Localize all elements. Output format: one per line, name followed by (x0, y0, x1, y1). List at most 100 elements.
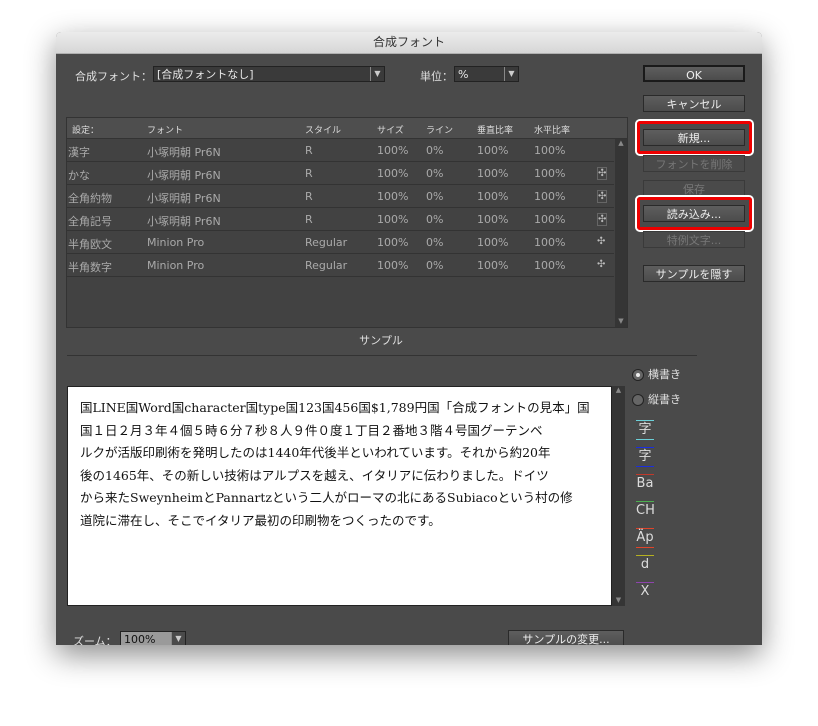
header-vertical-scale: 垂直比率 (477, 126, 514, 136)
table-cell: 全角約物 (68, 192, 112, 205)
table-cell: かな (68, 169, 90, 182)
guide-toggle-icon[interactable]: 字 (636, 420, 654, 440)
radio-icon (632, 369, 644, 381)
table-row[interactable]: 半角欧文 Minion Pro Regular 100% 0% 100% 100% ✣ (67, 231, 614, 254)
table-cell: 100% (534, 144, 566, 157)
sample-line: 道院に滞在し、そこでイタリア最初の印刷物をつくったのです。 (80, 512, 441, 528)
composite-font-select[interactable]: [合成フォントなし] ▼ (153, 66, 385, 82)
table-cell: 100% (477, 167, 509, 180)
cancel-button[interactable]: キャンセル (643, 95, 745, 112)
table-row[interactable]: かな 小塚明朝 Pr6N R 100% 0% 100% 100% ✣ (67, 162, 614, 185)
table-cell: 100% (534, 213, 566, 226)
save-button[interactable]: 保存 (643, 180, 745, 197)
table-cell: 100% (377, 236, 409, 249)
sample-title: サンプル (359, 334, 403, 347)
vertical-radio[interactable]: 縦書き (632, 391, 681, 407)
hide-sample-button[interactable]: サンプルを隠す (643, 265, 745, 282)
move-icon[interactable]: ✣ (597, 167, 608, 180)
guide-toggle-icon[interactable]: d (636, 555, 654, 574)
composite-font-label: 合成フォント： (75, 70, 152, 83)
unit-value: % (458, 68, 469, 81)
vertical-label: 縦書き (648, 393, 681, 406)
move-icon[interactable]: ✣ (597, 259, 605, 270)
unit-select[interactable]: % ▼ (454, 66, 519, 82)
table-cell: 100% (534, 190, 566, 203)
table-cell: Minion Pro (147, 259, 205, 272)
header-size: サイズ (377, 126, 404, 136)
new-button[interactable]: 新規... (643, 129, 745, 146)
zoom-label: ズーム： (73, 635, 117, 645)
load-button[interactable]: 読み込み... (643, 205, 745, 222)
composite-font-dialog: 合成フォント 合成フォント： [合成フォントなし] ▼ 単位： % ▼ 設定： フォ… (56, 32, 762, 645)
table-cell: 漢字 (68, 146, 90, 159)
window-title: 合成フォント (56, 32, 762, 54)
sample-scrollbar[interactable]: ▲ ▼ (612, 386, 625, 606)
horizontal-radio[interactable]: 横書き (632, 366, 681, 382)
sample-line: 国LINE国Word国character国type国123国456国$1,789… (80, 400, 590, 415)
table-cell: R (305, 213, 313, 226)
composite-font-value: [合成フォントなし] (157, 68, 254, 81)
header-style: スタイル (305, 126, 342, 136)
radio-icon (632, 394, 644, 406)
table-cell: R (305, 190, 313, 203)
sample-line: 国１日２月３年４個５時６分７秒８人９件０度１丁目２番地３階４号国グーテンベ (80, 422, 543, 438)
table-cell: 半角欧文 (68, 238, 112, 251)
font-settings-table: 設定： フォント スタイル サイズ ライン 垂直比率 水平比率 漢字小塚明朝 P… (66, 117, 628, 328)
table-header: 設定： フォント スタイル サイズ ライン 垂直比率 水平比率 (67, 118, 627, 139)
guide-toggle-icon[interactable]: Äp (636, 528, 654, 548)
table-cell: 小塚明朝 Pr6N (147, 146, 221, 159)
table-cell: R (305, 167, 313, 180)
table-cell: 100% (377, 144, 409, 157)
table-cell: 100% (377, 167, 409, 180)
table-cell: 0% (426, 259, 444, 272)
horizontal-label: 横書き (648, 368, 681, 381)
change-sample-button[interactable]: サンプルの変更... (508, 630, 624, 645)
table-cell: 0% (426, 236, 444, 249)
table-scrollbar[interactable]: ▲ ▼ (615, 139, 627, 327)
table-cell: Minion Pro (147, 236, 205, 249)
guide-toggle-icon[interactable]: Ba (636, 474, 654, 493)
exception-characters-button[interactable]: 特例文字... (643, 231, 745, 248)
table-cell: 0% (426, 167, 444, 180)
table-cell: 100% (377, 259, 409, 272)
move-icon[interactable]: ✣ (597, 190, 608, 203)
guide-toggle-icon[interactable]: 字 (636, 447, 654, 467)
table-cell: Regular (305, 236, 348, 249)
table-cell: 100% (534, 236, 566, 249)
table-row[interactable]: 漢字 小塚明朝 Pr6N R 100% 0% 100% 100% (67, 139, 614, 162)
table-row[interactable]: 全角記号 小塚明朝 Pr6N R 100% 0% 100% 100% ✣ (67, 208, 614, 231)
delete-font-button[interactable]: フォントを削除 (643, 155, 745, 172)
zoom-value: 100% (124, 633, 156, 645)
table-cell: 100% (477, 213, 509, 226)
table-cell: 全角記号 (68, 215, 112, 228)
table-cell: 小塚明朝 Pr6N (147, 169, 221, 182)
table-row[interactable]: 半角数字 Minion Pro Regular 100% 0% 100% 100% ✣ (67, 254, 614, 277)
table-cell: 100% (377, 213, 409, 226)
table-cell: 100% (377, 190, 409, 203)
table-row[interactable]: 全角約物 小塚明朝 Pr6N R 100% 0% 100% 100% ✣ (67, 185, 614, 208)
table-cell: 100% (477, 190, 509, 203)
table-cell: 0% (426, 190, 444, 203)
table-cell: 小塚明朝 Pr6N (147, 215, 221, 228)
guide-toggle-icon[interactable]: CH (636, 501, 655, 520)
move-icon[interactable]: ✣ (597, 213, 608, 226)
zoom-select[interactable]: 100% ▼ (120, 631, 186, 645)
header-horizontal-scale: 水平比率 (534, 126, 571, 136)
table-cell: 小塚明朝 Pr6N (147, 192, 221, 205)
guide-toggle-icon[interactable]: X (636, 582, 654, 601)
move-icon[interactable]: ✣ (597, 236, 605, 247)
table-cell: 0% (426, 213, 444, 226)
table-cell: Regular (305, 259, 348, 272)
sample-line: ルクが活版印刷術を発明したのは1440年代後半といわれています。それから約20年 (80, 445, 551, 460)
table-cell: 100% (477, 259, 509, 272)
sample-line: 後の1465年、その新しい技術はアルプスを越え、イタリアに伝わりました。ドイツ (80, 467, 549, 483)
sample-line: から来たSweynheimとPannartzという二人がローマの北にあるSubi… (80, 490, 573, 505)
header-setting: 設定： (72, 126, 100, 136)
header-line: ライン (426, 126, 454, 136)
table-cell: 100% (477, 144, 509, 157)
table-cell: 100% (534, 167, 566, 180)
table-cell: 100% (534, 259, 566, 272)
ok-button[interactable]: OK (643, 65, 745, 82)
sample-text-area: 国LINE国Word国character国type国123国456国$1,789… (67, 386, 612, 606)
chevron-down-icon: ▼ (504, 67, 518, 81)
